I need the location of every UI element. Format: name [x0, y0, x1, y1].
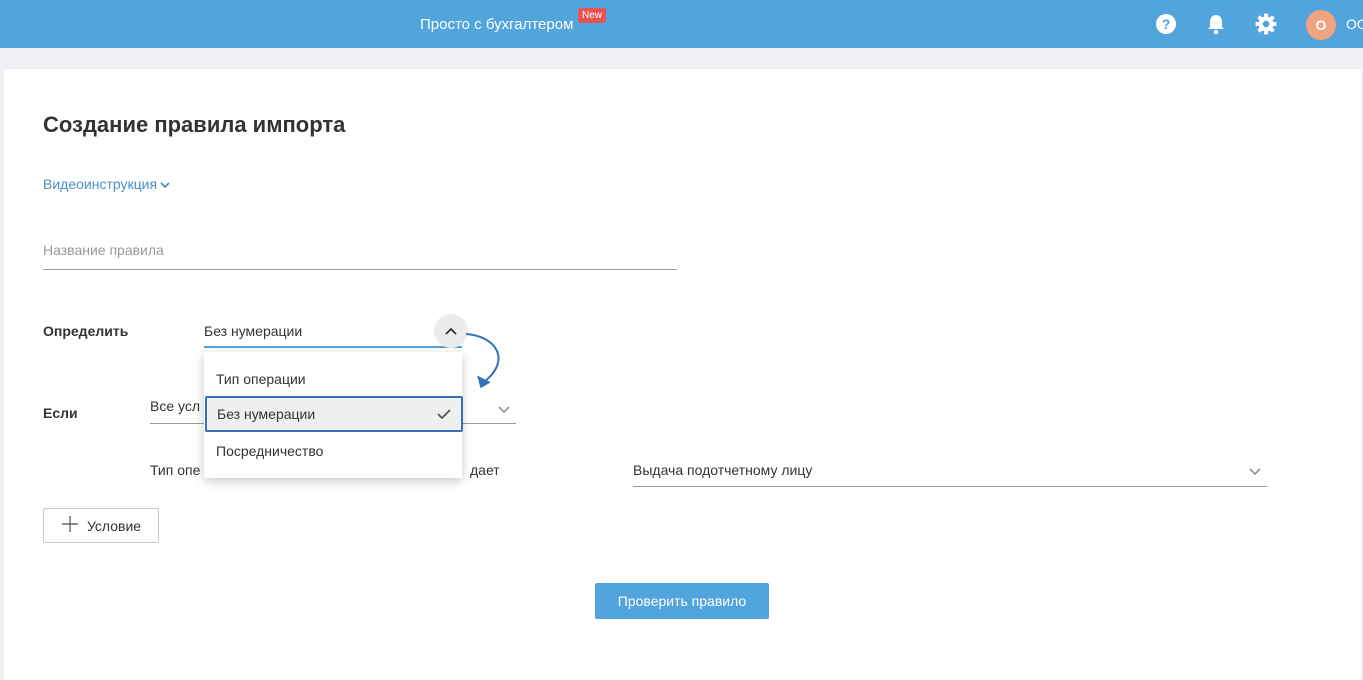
video-instruction-label: Видеоинструкция: [43, 176, 158, 192]
option-label: Посредничество: [216, 443, 324, 459]
plus-icon: [61, 515, 79, 536]
bell-icon[interactable]: [1204, 12, 1228, 36]
top-bar: Просто с бухгалтером New ? О ОО: [0, 0, 1363, 48]
if-select-value: Все усл: [150, 398, 201, 414]
option-label: Без нумерации: [217, 406, 316, 422]
dropdown-option[interactable]: Посредничество: [204, 433, 462, 469]
add-condition-button[interactable]: Условие: [43, 508, 159, 543]
dropdown-option[interactable]: Тип операции: [204, 361, 462, 397]
user-name[interactable]: ОО: [1346, 16, 1363, 32]
option-label: Тип операции: [216, 371, 306, 387]
chevron-down-icon: [160, 176, 170, 192]
video-instruction-link[interactable]: Видеоинструкция: [43, 176, 170, 192]
define-dropdown-menu: Тип операции Без нумерации Посредничеств…: [204, 352, 463, 478]
page-title: Создание правила импорта: [43, 112, 346, 137]
chevron-up-icon: [445, 322, 457, 340]
condition-field-label: Тип опе: [150, 462, 201, 478]
define-label: Определить: [43, 323, 129, 339]
checkmark-icon: [437, 407, 451, 423]
dropdown-option-selected[interactable]: Без нумерации: [205, 396, 463, 432]
gear-icon[interactable]: [1254, 12, 1278, 36]
chevron-down-icon: [498, 401, 510, 417]
rule-name-input[interactable]: [43, 236, 677, 258]
avatar[interactable]: О: [1306, 10, 1336, 40]
brand-title[interactable]: Просто с бухгалтером: [420, 16, 573, 33]
condition-value-select[interactable]: Выдача подотчетному лицу: [633, 460, 1267, 487]
svg-text:?: ?: [1162, 16, 1171, 32]
chevron-down-icon: [1249, 463, 1261, 479]
condition-operator[interactable]: дает: [470, 462, 500, 478]
new-badge: New: [578, 8, 607, 23]
condition-value: Выдача подотчетному лицу: [633, 462, 813, 478]
add-condition-label: Условие: [86, 517, 142, 534]
rule-name-field: [43, 236, 677, 270]
define-select[interactable]: Без нумерации: [204, 318, 462, 348]
annotation-arrow-icon: [465, 333, 500, 389]
check-rule-button[interactable]: Проверить правило: [595, 583, 769, 619]
help-icon[interactable]: ?: [1154, 12, 1178, 36]
if-label: Если: [43, 405, 78, 421]
